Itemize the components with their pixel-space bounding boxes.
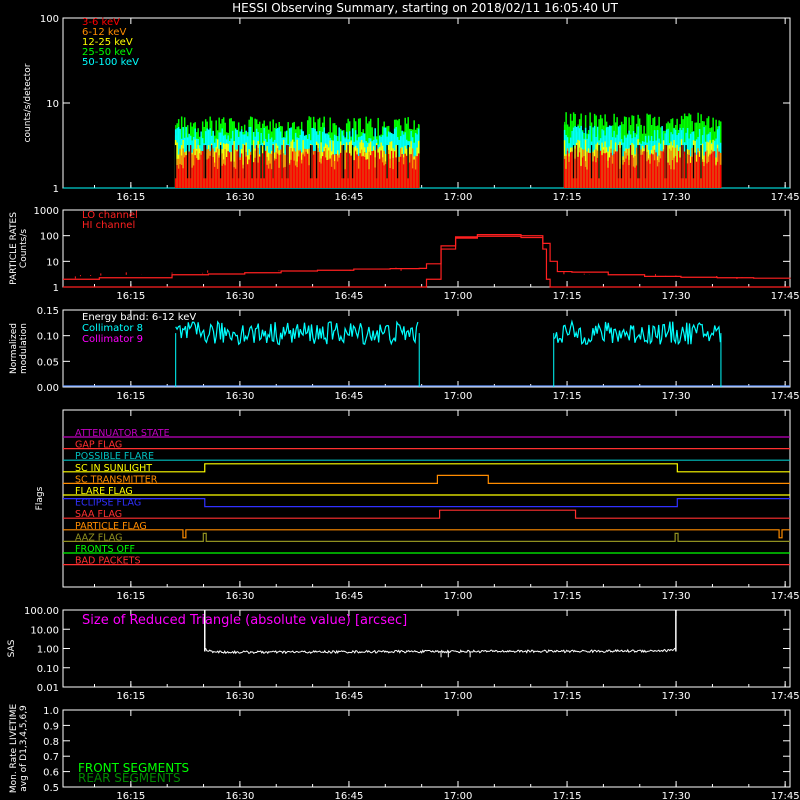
x-tick-label: 16:15 xyxy=(116,192,145,203)
flag-label: ECLIPSE FLAG xyxy=(75,498,141,509)
y-tick-label: 0.5 xyxy=(43,783,59,794)
x-tick-label: 16:30 xyxy=(225,591,254,602)
legend-entry: Size of Reduced Triangle (absolute value… xyxy=(82,613,407,628)
flag-line xyxy=(63,463,790,473)
y-tick-label: 1.0 xyxy=(43,706,59,717)
y-tick-label: 0.7 xyxy=(43,752,59,763)
legend-entry: 50-100 keV xyxy=(82,57,139,68)
panel-sas: 16:15 16:30 16:45 17:00 17:15 17:30 17:45 0.01 0… xyxy=(7,606,800,702)
x-tick-label: 16:45 xyxy=(335,391,364,402)
flag-line xyxy=(63,498,790,508)
x-tick-label: 17:00 xyxy=(444,591,473,602)
flag-line xyxy=(63,532,790,542)
x-tick-label: 16:30 xyxy=(225,291,254,302)
legend-entry: Energy band: 6-12 keV xyxy=(82,312,196,323)
x-tick-label: 16:15 xyxy=(116,791,145,800)
y-tick-label: 0.10 xyxy=(37,332,59,343)
y-tick-label: 1000 xyxy=(34,206,59,217)
series-hi xyxy=(63,235,790,288)
series-collimator-8 xyxy=(175,320,419,346)
x-tick-label: 16:15 xyxy=(116,291,145,302)
x-tick-label: 17:15 xyxy=(553,192,582,203)
x-tick-label: 17:30 xyxy=(662,291,691,302)
x-tick-label: 17:15 xyxy=(553,291,582,302)
y-axis-label: avg of D1,3,4,5,6,9 xyxy=(19,705,29,792)
y-tick-label: 100 xyxy=(40,232,59,243)
y-tick-label: 1.00 xyxy=(37,645,59,656)
legend-entry: HI channel xyxy=(82,220,135,231)
panel-livetime: 16:15 16:30 16:45 17:00 17:15 17:30 17:45 0.5 0.… xyxy=(9,704,800,800)
y-tick-label: 0.10 xyxy=(37,664,59,675)
y-tick-label: 0.15 xyxy=(37,306,59,317)
x-tick-label: 17:15 xyxy=(553,691,582,702)
legend-entry: REAR SEGMENTS xyxy=(78,771,181,785)
panel-particle: 16:15 16:30 16:45 17:00 17:15 17:30 17:45 1 10 10… xyxy=(9,206,800,302)
y-tick-label: 0.9 xyxy=(43,721,59,732)
x-tick-label: 17:00 xyxy=(444,791,473,800)
observing-summary-figure: HESSI Observing Summary, starting on 201… xyxy=(7,1,800,800)
y-tick-label: 100.00 xyxy=(24,606,59,617)
y-tick-label: 0.6 xyxy=(43,768,59,779)
x-tick-label: 16:30 xyxy=(225,691,254,702)
x-tick-label: 16:45 xyxy=(335,291,364,302)
y-axis-label: counts/s/detector xyxy=(23,63,33,142)
x-tick-label: 16:45 xyxy=(335,791,364,800)
y-tick-label: 10 xyxy=(46,99,59,110)
y-tick-label: 0.00 xyxy=(37,383,59,394)
legend-entry: Collimator 9 xyxy=(82,334,143,345)
y-axis-label: SAS xyxy=(7,639,17,657)
y-tick-label: 1 xyxy=(53,283,59,294)
x-tick-label: 16:45 xyxy=(335,192,364,203)
x-tick-label: 17:45 xyxy=(771,591,800,602)
legend-entry: Collimator 8 xyxy=(82,323,143,334)
x-tick-label: 17:30 xyxy=(662,591,691,602)
x-tick-label: 17:45 xyxy=(771,192,800,203)
x-tick-label: 16:30 xyxy=(225,791,254,800)
series-collimator-8 xyxy=(553,319,721,346)
x-tick-label: 17:45 xyxy=(771,691,800,702)
x-tick-label: 17:45 xyxy=(771,791,800,800)
panel-counts: 16:15 16:30 16:45 17:00 17:15 17:30 17:45 1 10 10… xyxy=(23,14,800,203)
x-tick-label: 17:30 xyxy=(662,791,691,800)
x-tick-label: 17:00 xyxy=(444,391,473,402)
x-tick-label: 16:30 xyxy=(225,391,254,402)
x-tick-label: 17:30 xyxy=(662,691,691,702)
flag-line xyxy=(63,474,790,484)
y-tick-label: 0.05 xyxy=(37,357,59,368)
y-axis-label: modulation xyxy=(19,323,29,374)
panel-flags: 16:15 16:30 16:45 17:00 17:15 17:30 17:45 Flags… xyxy=(35,409,800,602)
y-axis-label: Mon. Rate LIVETIME xyxy=(9,704,19,794)
x-tick-label: 17:15 xyxy=(553,791,582,800)
panel-modulation: 16:15 16:30 16:45 17:00 17:15 17:30 17:45 0.00 0… xyxy=(9,306,800,402)
y-tick-label: 10.00 xyxy=(30,625,59,636)
x-tick-label: 17:45 xyxy=(771,391,800,402)
y-tick-label: 10 xyxy=(46,257,59,268)
x-tick-label: 17:30 xyxy=(662,192,691,203)
x-tick-label: 17:00 xyxy=(444,192,473,203)
x-tick-label: 17:00 xyxy=(444,691,473,702)
y-tick-label: 0.01 xyxy=(37,683,59,694)
x-tick-label: 16:30 xyxy=(225,192,254,203)
flag-line xyxy=(63,509,790,519)
x-tick-label: 16:15 xyxy=(116,691,145,702)
x-tick-label: 17:45 xyxy=(771,291,800,302)
x-tick-label: 17:15 xyxy=(553,391,582,402)
y-tick-label: 100 xyxy=(40,14,59,25)
y-tick-label: 0.8 xyxy=(43,737,59,748)
y-axis-label: Flags xyxy=(35,486,45,510)
x-tick-label: 17:15 xyxy=(553,591,582,602)
x-tick-label: 17:30 xyxy=(662,391,691,402)
x-tick-label: 17:00 xyxy=(444,291,473,302)
x-tick-label: 16:45 xyxy=(335,591,364,602)
y-axis-label: Normalized xyxy=(9,323,19,374)
x-tick-label: 16:15 xyxy=(116,591,145,602)
y-axis-label: Counts/s xyxy=(19,229,29,268)
x-tick-label: 16:45 xyxy=(335,691,364,702)
flag-line xyxy=(63,529,790,539)
series-sas xyxy=(204,647,676,655)
x-tick-label: 16:15 xyxy=(116,391,145,402)
y-axis-label: PARTICLE RATES xyxy=(9,212,19,285)
y-tick-label: 1 xyxy=(53,184,59,195)
figure-title: HESSI Observing Summary, starting on 201… xyxy=(232,1,618,15)
